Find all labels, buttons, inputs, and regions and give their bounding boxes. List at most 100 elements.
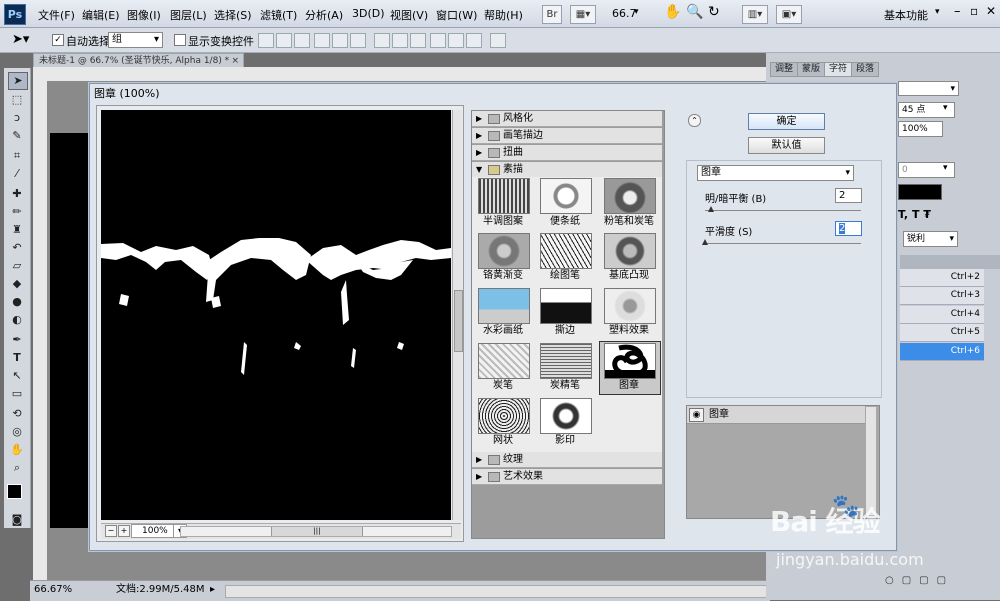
quick-select-icon[interactable]: ✎ (8, 128, 26, 144)
preview-zoom-field[interactable]: 100%▾ (131, 524, 187, 538)
channel-row[interactable]: Ctrl+5 (900, 324, 984, 342)
paint-bucket-icon[interactable]: ◆ (8, 276, 26, 292)
text-style-icons[interactable]: T, T ₮ (898, 208, 931, 221)
filter-thumb-reticulation[interactable] (478, 398, 530, 434)
filter-thumb-plastic-wrap[interactable] (604, 288, 656, 324)
filter-thumb-charcoal[interactable] (478, 343, 530, 379)
align-right-icon[interactable] (350, 33, 366, 48)
text-color-swatch[interactable] (898, 184, 942, 200)
marquee-icon[interactable]: ⬚ (8, 92, 26, 108)
auto-select-checkbox[interactable]: ✓ (52, 34, 64, 46)
filter-label[interactable]: 绘图笔 (533, 266, 597, 281)
crop-icon[interactable]: ⌗ (8, 148, 26, 164)
filter-label[interactable]: 炭精笔 (533, 376, 597, 391)
zoom-out-button[interactable]: − (105, 525, 117, 537)
menu-view[interactable]: 视图(V) (390, 7, 428, 23)
arrange-icon[interactable]: ▦▾ (570, 5, 596, 24)
scale-field[interactable]: 100% (898, 121, 943, 137)
workspace-dropdown-icon[interactable]: ▾ (935, 7, 940, 17)
scroll-thumb[interactable] (454, 290, 463, 352)
menu-file[interactable]: 文件(F) (38, 7, 75, 23)
foreground-color-icon[interactable] (7, 484, 22, 499)
balance-slider-track[interactable] (705, 210, 861, 211)
filter-thumb-halftone[interactable] (478, 178, 530, 214)
shape-icon[interactable]: ▭ (8, 386, 26, 402)
filter-thumb-bas-relief[interactable] (604, 233, 656, 269)
type-icon[interactable]: T (8, 350, 26, 366)
rotate-view-icon[interactable]: ↻ (708, 4, 720, 20)
document-tab[interactable]: 未标题-1 @ 66.7% (圣诞节快乐, Alpha 1/8) * × (33, 53, 244, 68)
distribute-bottom-icon[interactable] (410, 33, 426, 48)
restore-icon[interactable]: ▫ (970, 4, 978, 18)
close-tab-icon[interactable]: × (231, 54, 239, 68)
filter-label[interactable]: 影印 (533, 431, 597, 446)
eye-icon[interactable]: ◉ (689, 408, 704, 422)
filter-label[interactable]: 水彩画纸 (471, 321, 535, 336)
horizontal-scrollbar[interactable] (225, 585, 767, 598)
category-stylize[interactable]: ▶ 风格化 (472, 111, 662, 127)
move-icon[interactable]: ➤ (8, 72, 28, 90)
menu-image[interactable]: 图像(I) (127, 7, 161, 23)
filter-thumb-photocopy[interactable] (540, 398, 592, 434)
align-hcenter-icon[interactable] (332, 33, 348, 48)
auto-select-dropdown[interactable]: 组 ▾ (108, 32, 163, 48)
menu-select[interactable]: 选择(S) (214, 7, 252, 23)
tab-masks[interactable]: 蒙版 (797, 62, 826, 77)
channel-row[interactable]: Ctrl+3 (900, 287, 984, 305)
balance-input[interactable]: 2 (835, 188, 862, 203)
scroll-thumb[interactable]: ||| (271, 527, 363, 536)
filter-label[interactable]: 炭笔 (471, 376, 535, 391)
effect-layer-row[interactable]: 图章 (687, 406, 865, 424)
category-brush-strokes[interactable]: ▶ 画笔描边 (472, 128, 662, 144)
category-texture[interactable]: ▶ 纹理 (472, 452, 662, 468)
align-left-icon[interactable] (314, 33, 330, 48)
filter-label[interactable]: 便条纸 (533, 212, 597, 227)
filter-thumb-conte-crayon[interactable] (540, 343, 592, 379)
zoom-in-button[interactable]: + (118, 525, 130, 537)
collapse-gallery-icon[interactable]: ⌃ (688, 114, 701, 127)
menu-window[interactable]: 窗口(W) (436, 7, 477, 23)
tab-paragraph[interactable]: 段落 (851, 62, 880, 77)
lasso-icon[interactable]: ↄ (8, 110, 26, 126)
eyedropper-icon[interactable]: ⁄ (8, 166, 26, 182)
tab-adjustments[interactable]: 调整 (770, 62, 799, 77)
close-icon[interactable]: ✕ (986, 4, 996, 18)
filter-label[interactable]: 塑料效果 (597, 321, 661, 336)
menu-analysis[interactable]: 分析(A) (305, 7, 343, 23)
tracking-dropdown-icon[interactable]: ▾ (943, 163, 948, 173)
smoothness-slider-knob[interactable] (702, 239, 708, 245)
preview-horizontal-scrollbar[interactable]: ||| (180, 526, 452, 537)
brush-icon[interactable]: ✏ (8, 204, 26, 220)
path-select-icon[interactable]: ↖ (8, 368, 26, 384)
filter-thumb-torn-edges[interactable] (540, 288, 592, 324)
distribute-left-icon[interactable] (430, 33, 446, 48)
distribute-top-icon[interactable] (374, 33, 390, 48)
zoom-icon[interactable]: ⌕ (8, 460, 26, 476)
distribute-vcenter-icon[interactable] (392, 33, 408, 48)
filter-thumb-stamp[interactable] (604, 343, 656, 379)
grid-icon[interactable]: ▥▾ (742, 5, 768, 24)
filter-label[interactable]: 半调图案 (471, 212, 535, 227)
filter-thumb-graphic-pen[interactable] (540, 233, 592, 269)
status-zoom[interactable]: 66.67% (34, 581, 72, 599)
smoothness-input[interactable]: 2 (835, 221, 862, 236)
hand-icon[interactable]: ✋ (664, 4, 681, 20)
bridge-icon[interactable]: Br (542, 5, 562, 24)
move-tool-icon[interactable]: ➤▾ (12, 32, 29, 47)
quick-mask-icon[interactable]: ◙ (8, 512, 26, 528)
channel-row-selected[interactable]: Ctrl+6 (900, 343, 984, 361)
tab-character[interactable]: 字符 (824, 62, 853, 77)
distribute-right-icon[interactable] (466, 33, 482, 48)
align-bottom-icon[interactable] (294, 33, 310, 48)
filter-label[interactable]: 网状 (471, 431, 535, 446)
smoothness-slider-track[interactable] (705, 243, 861, 244)
3d-rotate-icon[interactable]: ⟲ (8, 406, 26, 422)
menu-3d[interactable]: 3D(D) (352, 7, 385, 20)
filter-label[interactable]: 图章 (597, 376, 661, 391)
channel-row[interactable]: Ctrl+2 (900, 269, 984, 287)
3d-orbit-icon[interactable]: ◎ (8, 424, 26, 440)
show-transform-checkbox[interactable] (174, 34, 186, 46)
auto-align-icon[interactable] (490, 33, 506, 48)
menu-edit[interactable]: 编辑(E) (82, 7, 120, 23)
channel-row[interactable]: Ctrl+4 (900, 306, 984, 324)
